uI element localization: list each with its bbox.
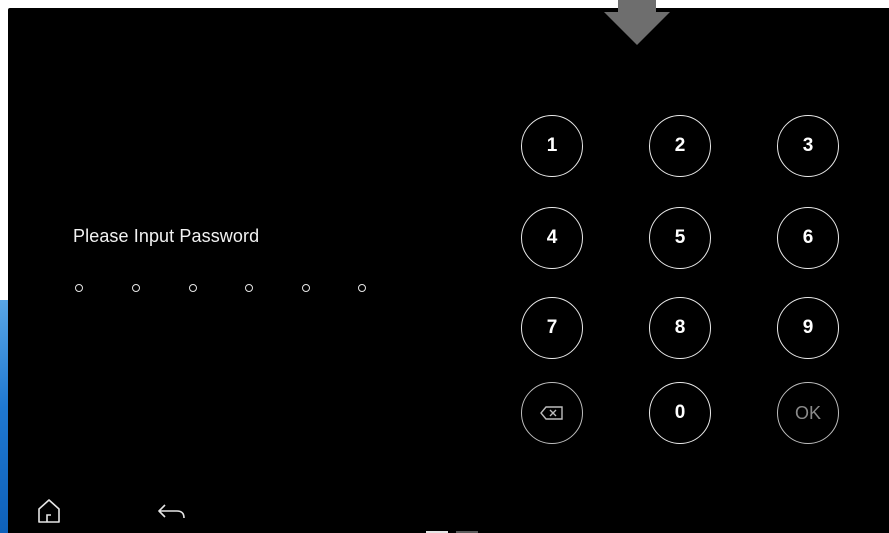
key-9[interactable]: 9	[777, 297, 839, 359]
password-dot	[358, 284, 366, 292]
password-prompt: Please Input Password	[73, 226, 260, 246]
ok-button[interactable]: OK	[777, 382, 839, 444]
home-icon	[36, 499, 62, 528]
back-button[interactable]	[157, 502, 187, 527]
backspace-icon	[540, 406, 564, 420]
password-dot	[189, 284, 197, 292]
key-2[interactable]: 2	[649, 115, 711, 177]
key-6[interactable]: 6	[777, 207, 839, 269]
key-0[interactable]: 0	[649, 382, 711, 444]
password-dot	[302, 284, 310, 292]
backspace-key[interactable]	[521, 382, 583, 444]
device-frame: Please Input Password 1 2 3 4 5 6 7 8 9	[0, 0, 889, 533]
key-8[interactable]: 8	[649, 297, 711, 359]
key-5[interactable]: 5	[649, 207, 711, 269]
home-button[interactable]	[36, 498, 62, 529]
password-dot	[75, 284, 83, 292]
screen: Please Input Password 1 2 3 4 5 6 7 8 9	[8, 8, 889, 533]
password-dot	[245, 284, 253, 292]
key-4[interactable]: 4	[521, 207, 583, 269]
key-3[interactable]: 3	[777, 115, 839, 177]
back-arrow-icon	[157, 504, 187, 526]
key-1[interactable]: 1	[521, 115, 583, 177]
key-7[interactable]: 7	[521, 297, 583, 359]
password-dot	[132, 284, 140, 292]
